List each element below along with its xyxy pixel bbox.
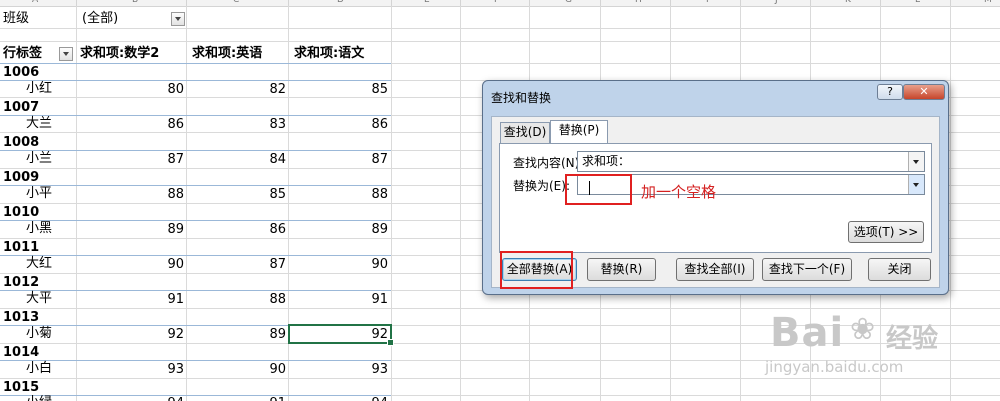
cell-chinese[interactable]: 89 <box>300 222 388 238</box>
find-input[interactable]: 求和项： <box>577 151 925 172</box>
tab-replace[interactable]: 替换(P) <box>550 120 608 144</box>
cell-chinese[interactable]: 85 <box>300 82 388 98</box>
col-header-e[interactable]: E <box>424 0 430 5</box>
tab-find[interactable]: 查找(D) <box>500 122 550 143</box>
replace-button[interactable]: 替换(R) <box>587 258 656 281</box>
row-id[interactable]: 1009 <box>3 170 39 186</box>
col-header-j[interactable]: J <box>775 0 778 5</box>
row-name[interactable]: 小白 <box>26 361 52 377</box>
watermark-brand: Bai <box>770 310 845 356</box>
highlight-replace-field <box>565 174 632 205</box>
watermark-url: jingyan.baidu.com <box>765 358 904 376</box>
find-all-button[interactable]: 查找全部(I) <box>676 258 754 281</box>
cell-math[interactable]: 92 <box>100 327 184 343</box>
cell-math[interactable]: 86 <box>100 117 184 133</box>
dialog-title: 查找和替换 <box>491 91 552 105</box>
row-id[interactable]: 1012 <box>3 275 39 291</box>
find-next-button[interactable]: 查找下一个(F) <box>762 258 852 281</box>
filter-label: 班级 <box>3 11 30 26</box>
col-header-k[interactable]: K <box>845 0 851 5</box>
cell-english[interactable]: 85 <box>200 187 286 203</box>
row-name[interactable]: 小平 <box>26 186 52 202</box>
header-english: 求和项:英语 <box>192 46 263 61</box>
close-icon[interactable]: ✕ <box>903 84 945 100</box>
options-button[interactable]: 选项(T) >> <box>848 221 924 243</box>
cell-chinese[interactable]: 88 <box>300 187 388 203</box>
cell-math[interactable]: 89 <box>100 222 184 238</box>
row-id[interactable]: 1008 <box>3 135 39 151</box>
active-cell-selection[interactable] <box>288 324 394 346</box>
row-name[interactable]: 小菊 <box>26 326 52 342</box>
cell-math[interactable]: 88 <box>100 187 184 203</box>
row-name[interactable]: 大红 <box>26 256 52 272</box>
row-id[interactable]: 1015 <box>3 380 39 396</box>
row-name[interactable]: 大平 <box>26 291 52 307</box>
chevron-down-icon[interactable] <box>908 152 924 171</box>
row-name[interactable]: 大兰 <box>26 116 52 132</box>
cell-math[interactable]: 87 <box>100 152 184 168</box>
cell-math[interactable]: 94 <box>100 396 184 401</box>
header-math: 求和项:数学2 <box>80 46 160 61</box>
col-header-i[interactable]: I <box>706 0 709 5</box>
close-button[interactable]: 关闭 <box>868 258 931 281</box>
cell-english[interactable]: 91 <box>200 396 286 401</box>
watermark-brand2: 经验 <box>886 324 939 354</box>
watermark-paw-icon: ❀ <box>850 312 876 347</box>
row-id[interactable]: 1011 <box>3 240 39 256</box>
cell-english[interactable]: 88 <box>200 292 286 308</box>
row-id[interactable]: 1013 <box>3 310 39 326</box>
cell-english[interactable]: 82 <box>200 82 286 98</box>
cell-english[interactable]: 83 <box>200 117 286 133</box>
row-id[interactable]: 1014 <box>3 345 39 361</box>
cell-chinese[interactable]: 94 <box>300 396 388 401</box>
row-name[interactable]: 小黑 <box>26 221 52 237</box>
filter-value[interactable]: (全部) <box>82 11 118 27</box>
row-label-header: 行标签 <box>3 46 43 61</box>
row-id[interactable]: 1006 <box>3 65 39 81</box>
cell-english[interactable]: 87 <box>200 257 286 273</box>
cell-math[interactable]: 90 <box>100 257 184 273</box>
cell-math[interactable]: 93 <box>100 362 184 378</box>
cell-math[interactable]: 91 <box>100 292 184 308</box>
filter-dropdown-icon[interactable] <box>171 12 185 26</box>
row-id[interactable]: 1010 <box>3 205 39 221</box>
cell-math[interactable]: 80 <box>100 82 184 98</box>
chevron-down-icon[interactable] <box>908 175 924 194</box>
col-header-f[interactable]: F <box>494 0 499 5</box>
row-name[interactable]: 小红 <box>26 81 52 97</box>
col-header-d[interactable]: D <box>337 0 344 5</box>
cell-english[interactable]: 89 <box>200 327 286 343</box>
cell-chinese[interactable]: 93 <box>300 362 388 378</box>
col-header-b[interactable]: B <box>132 0 138 5</box>
cell-chinese[interactable]: 91 <box>300 292 388 308</box>
col-header-g[interactable]: G <box>565 0 572 5</box>
row-label-dropdown-icon[interactable] <box>59 47 73 61</box>
column-header-bar: A B C D E F G H I J K L M <box>0 0 1000 7</box>
col-header-h[interactable]: H <box>635 0 642 5</box>
cell-chinese[interactable]: 87 <box>300 152 388 168</box>
cell-chinese[interactable]: 90 <box>300 257 388 273</box>
col-header-a[interactable]: A <box>32 0 38 5</box>
cell-english[interactable]: 84 <box>200 152 286 168</box>
cell-english[interactable]: 86 <box>200 222 286 238</box>
row-id[interactable]: 1007 <box>3 100 39 116</box>
col-header-m[interactable]: M <box>984 0 992 5</box>
header-chinese: 求和项:语文 <box>294 46 365 61</box>
find-label: 查找内容(N): <box>513 156 584 170</box>
col-header-c[interactable]: C <box>233 0 239 5</box>
row-name[interactable]: 小兰 <box>26 151 52 167</box>
annotation-add-space: 加一个空格 <box>641 183 717 201</box>
cell-english[interactable]: 90 <box>200 362 286 378</box>
row-name[interactable]: 小绿 <box>26 395 52 401</box>
replace-label: 替换为(E): <box>513 179 570 193</box>
find-value: 求和项： <box>582 154 631 168</box>
highlight-replace-all <box>500 251 573 289</box>
cell-chinese[interactable]: 86 <box>300 117 388 133</box>
help-button[interactable]: ? <box>877 84 903 100</box>
col-header-l[interactable]: L <box>915 0 920 5</box>
